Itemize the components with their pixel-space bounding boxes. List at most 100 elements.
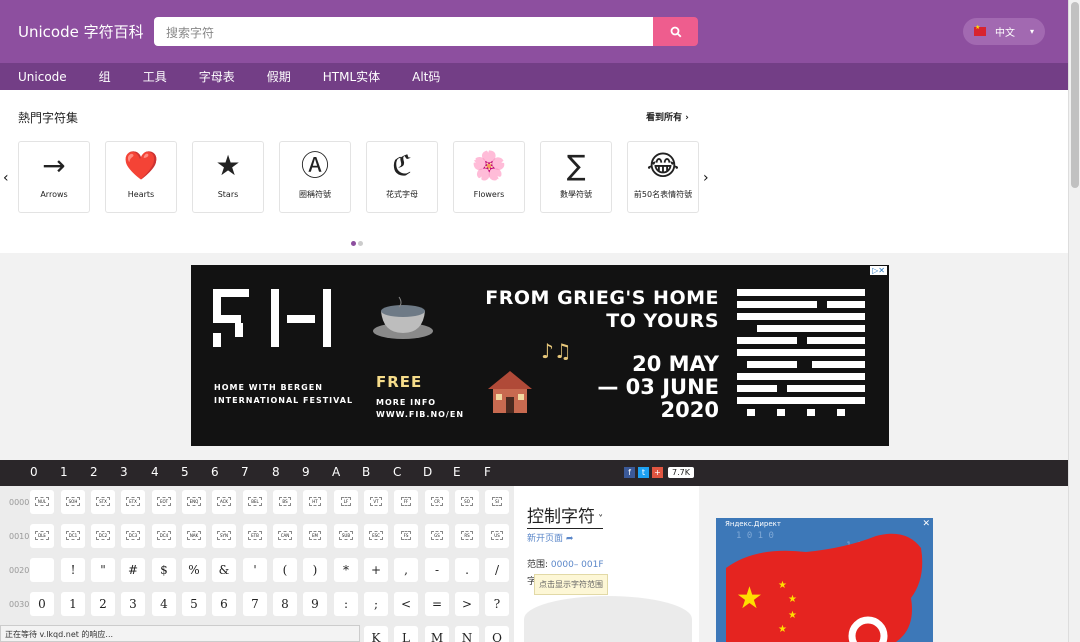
char-cell[interactable]: NUL xyxy=(30,490,54,514)
char-cell[interactable]: + xyxy=(364,558,388,582)
char-cell[interactable]: DC2 xyxy=(91,524,115,548)
nav-item-html-entities[interactable]: HTML实体 xyxy=(323,68,380,85)
char-cell[interactable]: 6 xyxy=(212,592,236,616)
char-cell[interactable]: $ xyxy=(152,558,176,582)
nav-item-groups[interactable]: 组 xyxy=(99,68,111,85)
char-cell[interactable]: SOH xyxy=(61,490,85,514)
site-logo[interactable]: Unicode 字符百科 xyxy=(18,21,144,42)
nav-item-alt-codes[interactable]: Alt码 xyxy=(412,68,440,85)
char-cell[interactable]: " xyxy=(91,558,115,582)
char-cell[interactable]: EOT xyxy=(152,490,176,514)
char-cell[interactable]: VT xyxy=(364,490,388,514)
char-cell[interactable]: DC3 xyxy=(121,524,145,548)
card-hearts[interactable]: ❤️ Hearts xyxy=(105,141,177,213)
char-cell[interactable]: 2 xyxy=(91,592,115,616)
char-cell[interactable]: NAK xyxy=(182,524,206,548)
char-cell[interactable]: L xyxy=(394,626,418,642)
close-icon[interactable]: ✕ xyxy=(922,519,930,529)
nav-item-unicode[interactable]: Unicode xyxy=(18,70,67,84)
char-cell[interactable]: DLE xyxy=(30,524,54,548)
char-cell[interactable]: 4 xyxy=(152,592,176,616)
char-cell[interactable]: US xyxy=(485,524,509,548)
char-cell[interactable]: ACK xyxy=(212,490,236,514)
char-cell[interactable]: ETB xyxy=(243,524,267,548)
ad-banner[interactable]: ▷✕ HOME WITH BERGEN INTERNATIONAL FESTIV… xyxy=(191,265,889,446)
language-selector[interactable]: 中文 ▾ xyxy=(963,18,1045,45)
plus-share-icon[interactable]: + xyxy=(652,467,663,478)
char-cell[interactable]: SUB xyxy=(334,524,358,548)
char-cell[interactable]: CR xyxy=(425,490,449,514)
char-cell[interactable]: = xyxy=(425,592,449,616)
char-cell[interactable]: , xyxy=(394,558,418,582)
card-top-emoji[interactable]: 😂 前50名表情符號 xyxy=(627,141,699,213)
char-cell[interactable]: M xyxy=(425,626,449,642)
carousel-prev-icon[interactable]: ‹ xyxy=(3,170,9,186)
char-cell[interactable]: 5 xyxy=(182,592,206,616)
char-cell[interactable]: RS xyxy=(455,524,479,548)
nav-item-alphabets[interactable]: 字母表 xyxy=(199,68,235,85)
side-ad[interactable]: 1 0 1 00 1 11 0 0 10 1 ★ ★ ★ ★ ★ Яндекс.… xyxy=(716,518,933,642)
char-cell[interactable]: & xyxy=(212,558,236,582)
char-cell[interactable]: ) xyxy=(303,558,327,582)
char-cell[interactable]: O xyxy=(485,626,509,642)
card-arrows[interactable]: → Arrows xyxy=(18,141,90,213)
char-cell[interactable]: ESC xyxy=(364,524,388,548)
char-cell[interactable]: > xyxy=(455,592,479,616)
card-stars[interactable]: ★ Stars xyxy=(192,141,264,213)
carousel-next-icon[interactable]: › xyxy=(703,170,709,186)
char-cell[interactable]: BEL xyxy=(243,490,267,514)
char-cell[interactable]: DC4 xyxy=(152,524,176,548)
char-cell[interactable]: BS xyxy=(273,490,297,514)
char-cell[interactable]: SO xyxy=(455,490,479,514)
char-cell[interactable]: # xyxy=(121,558,145,582)
char-cell[interactable]: GS xyxy=(425,524,449,548)
char-cell[interactable]: STX xyxy=(91,490,115,514)
char-cell[interactable]: * xyxy=(334,558,358,582)
char-cell[interactable]: N xyxy=(455,626,479,642)
char-cell[interactable]: < xyxy=(394,592,418,616)
char-cell[interactable]: FS xyxy=(394,524,418,548)
char-cell[interactable]: / xyxy=(485,558,509,582)
open-new-page-link[interactable]: 新开页面 ➦ xyxy=(527,531,573,544)
char-cell[interactable]: ! xyxy=(61,558,85,582)
char-cell[interactable]: FF xyxy=(394,490,418,514)
char-cell[interactable]: 3 xyxy=(121,592,145,616)
char-cell[interactable]: % xyxy=(182,558,206,582)
search-input[interactable]: 搜索字符 xyxy=(154,17,653,46)
char-cell[interactable]: ? xyxy=(485,592,509,616)
char-cell[interactable]: EM xyxy=(303,524,327,548)
char-cell[interactable]: ENQ xyxy=(182,490,206,514)
char-cell[interactable]: CAN xyxy=(273,524,297,548)
search-button[interactable] xyxy=(653,17,698,46)
char-cell[interactable]: LF xyxy=(334,490,358,514)
char-cell[interactable]: 1 xyxy=(61,592,85,616)
nav-item-tools[interactable]: 工具 xyxy=(143,68,167,85)
ad-close-icon[interactable]: ▷✕ xyxy=(870,266,887,275)
char-cell[interactable]: . xyxy=(455,558,479,582)
card-fancy-letters[interactable]: ℭ 花式字母 xyxy=(366,141,438,213)
char-cell[interactable]: ETX xyxy=(121,490,145,514)
scrollbar-thumb[interactable] xyxy=(1071,2,1079,188)
twitter-icon[interactable]: t xyxy=(638,467,649,478)
char-cell[interactable]: ( xyxy=(273,558,297,582)
char-cell[interactable]: DC1 xyxy=(61,524,85,548)
card-circled[interactable]: Ⓐ 圈稱符號 xyxy=(279,141,351,213)
char-cell[interactable]: - xyxy=(425,558,449,582)
char-cell[interactable]: SI xyxy=(485,490,509,514)
range-link[interactable]: 0000– 001F xyxy=(551,560,604,570)
char-cell[interactable]: SYN xyxy=(212,524,236,548)
char-cell[interactable]: 8 xyxy=(273,592,297,616)
char-cell[interactable]: 0 xyxy=(30,592,54,616)
scrollbar[interactable] xyxy=(1068,0,1080,642)
block-title[interactable]: 控制字符 ˅ xyxy=(527,502,604,529)
nav-item-holidays[interactable]: 假期 xyxy=(267,68,291,85)
char-cell[interactable]: 9 xyxy=(303,592,327,616)
char-cell[interactable]: HT xyxy=(303,490,327,514)
char-cell[interactable]: K xyxy=(364,626,388,642)
card-math[interactable]: ∑ 數學符號 xyxy=(540,141,612,213)
card-flowers[interactable]: 🌸 Flowers xyxy=(453,141,525,213)
char-cell[interactable]: ' xyxy=(243,558,267,582)
carousel-dot-active[interactable] xyxy=(351,241,356,246)
carousel-dot[interactable] xyxy=(358,241,363,246)
see-all-link[interactable]: 看到所有 › xyxy=(646,110,689,123)
